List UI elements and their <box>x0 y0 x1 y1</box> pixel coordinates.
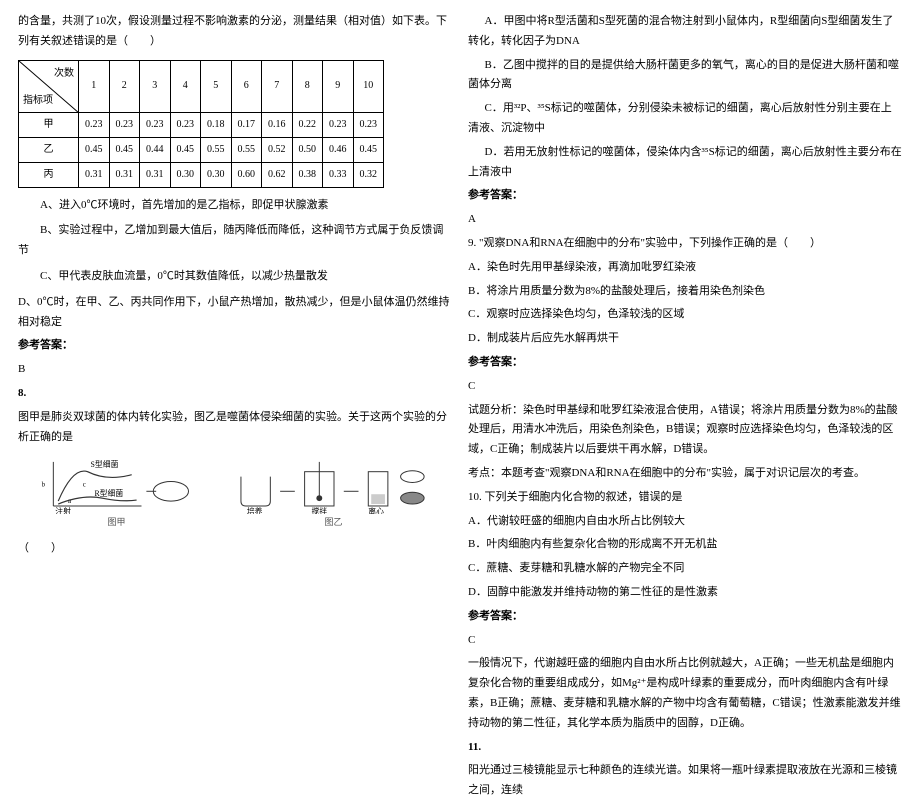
col-5: 5 <box>201 60 232 112</box>
col-7: 7 <box>262 60 293 112</box>
q10-d: D．固醇中能激发并维持动物的第二性征的是性激素 <box>468 583 902 603</box>
col-9: 9 <box>323 60 354 112</box>
svg-text:搅拌: 搅拌 <box>311 506 327 514</box>
q10-text: 10. 下列关于细胞内化合物的叙述，错误的是 <box>468 488 902 508</box>
col-10: 10 <box>353 60 384 112</box>
r-answer-title: 参考答案： <box>468 186 902 206</box>
r-option-b: B．乙图中搅拌的目的是提供给大肠杆菌更多的氧气，离心的目的是促进大肠杆菌和噬菌体… <box>468 56 902 96</box>
r-option-a: A．甲图中将R型活菌和S型死菌的混合物注射到小鼠体内，R型细菌向S型细菌发生了转… <box>468 12 902 52</box>
svg-text:离心: 离心 <box>368 506 384 514</box>
r-answer-value: A <box>468 210 902 230</box>
q9-text: 9. "观察DNA和RNA在细胞中的分布"实验中，下列操作正确的是（ ） <box>468 234 902 254</box>
col-6: 6 <box>231 60 262 112</box>
q10-a: A．代谢较旺盛的细胞内自由水所占比例较大 <box>468 512 902 532</box>
q10-b: B．叶肉细胞内有些复杂化合物的形成离不开无机盐 <box>468 535 902 555</box>
table-row: 乙 0.45 0.45 0.44 0.45 0.55 0.55 0.52 0.5… <box>19 137 384 162</box>
svg-text:a: a <box>68 498 71 505</box>
r-option-d: D．若用无放射性标记的噬菌体，侵染体内含³⁵S标记的细菌，离心后放射性主要分布在… <box>468 143 902 183</box>
col-1: 1 <box>79 60 110 112</box>
q9-point: 考点：本题考查"观察DNA和RNA在细胞中的分布"实验，属于对识记层次的考查。 <box>468 464 902 484</box>
q8-text: 图甲是肺炎双球菌的体内转化实验，图乙是噬菌体侵染细菌的实验。关于这两个实验的分析… <box>18 408 452 448</box>
fig-right-label: 图乙 <box>324 514 342 530</box>
row-name-yi: 乙 <box>19 137 79 162</box>
svg-text:S型细菌: S型细菌 <box>90 459 118 469</box>
svg-text:R型细菌: R型细菌 <box>94 488 123 498</box>
q9-answer-value: C <box>468 377 902 397</box>
table-col-header: 次数 <box>54 65 74 83</box>
option-d: D、0℃时，在甲、乙、丙共同作用下，小鼠产热增加，散热减少，但是小鼠体温仍然维持… <box>18 293 452 333</box>
q10-analysis: 一般情况下，代谢越旺盛的细胞内自由水所占比例就越大，A正确；一些无机盐是细胞内复… <box>468 654 902 733</box>
figure-yi: 培养 搅拌 离心 图乙 <box>224 456 444 531</box>
row-name-jia: 甲 <box>19 112 79 137</box>
fig-left-label: 图甲 <box>107 514 125 530</box>
answer-title: 参考答案： <box>18 336 452 356</box>
q11-number: 11. <box>468 738 902 758</box>
table-row: 丙 0.31 0.31 0.31 0.30 0.30 0.60 0.62 0.3… <box>19 162 384 187</box>
col-8: 8 <box>292 60 323 112</box>
q10-answer-value: C <box>468 631 902 651</box>
q8-paren: （ ） <box>18 539 452 559</box>
figure-jia: S型细菌 R型细菌 b a c 注射 图甲 <box>27 456 207 531</box>
svg-text:培养: 培养 <box>246 506 262 514</box>
data-table: 次数 指标项 1 2 3 4 5 6 7 8 9 10 甲 0.23 0.23 … <box>18 60 384 188</box>
q9-analysis: 试题分析：染色时甲基绿和吡罗红染液混合使用，A错误；将涂片用质量分数为8%的盐酸… <box>468 401 902 460</box>
r-option-c: C．用³²P、³⁵S标记的噬菌体，分别侵染未被标记的细菌，离心后放射性分别主要在… <box>468 99 902 139</box>
option-b: B、实验过程中，乙增加到最大值后，随丙降低而降低，这种调节方式属于负反馈调节 <box>18 221 452 261</box>
q9-answer-title: 参考答案： <box>468 353 902 373</box>
figure-container: S型细菌 R型细菌 b a c 注射 图甲 <box>18 453 452 533</box>
option-a: A、进入0℃环境时，首先增加的是乙指标，即促甲状腺激素 <box>18 196 452 216</box>
q9-c: C．观察时应选择染色均匀，色泽较浅的区域 <box>468 305 902 325</box>
table-row-header: 指标项 <box>23 92 53 110</box>
q10-answer-title: 参考答案： <box>468 607 902 627</box>
svg-text:c: c <box>82 481 85 488</box>
col-3: 3 <box>140 60 171 112</box>
q8-number: 8. <box>18 384 452 404</box>
q9-b: B．将涂片用质量分数为8%的盐酸处理后，接着用染色剂染色 <box>468 282 902 302</box>
col-2: 2 <box>109 60 140 112</box>
q10-c: C．蔗糖、麦芽糖和乳糖水解的产物完全不同 <box>468 559 902 579</box>
option-c: C、甲代表皮肤血流量，0℃时其数值降低，以减少热量散发 <box>18 267 452 287</box>
q11-text: 阳光通过三棱镜能显示七种颜色的连续光谱。如果将一瓶叶绿素提取液放在光源和三棱镜之… <box>468 761 902 801</box>
svg-text:注射: 注射 <box>55 506 71 514</box>
q9-d: D．制成装片后应先水解再烘干 <box>468 329 902 349</box>
col-4: 4 <box>170 60 201 112</box>
svg-text:b: b <box>41 481 45 488</box>
intro-text: 的含量，共测了10次，假设测量过程不影响激素的分泌，测量结果（相对值）如下表。下… <box>18 12 452 52</box>
row-name-bing: 丙 <box>19 162 79 187</box>
q9-a: A．染色时先用甲基绿染液，再滴加吡罗红染液 <box>468 258 902 278</box>
table-row: 甲 0.23 0.23 0.23 0.23 0.18 0.17 0.16 0.2… <box>19 112 384 137</box>
answer-value: B <box>18 360 452 380</box>
